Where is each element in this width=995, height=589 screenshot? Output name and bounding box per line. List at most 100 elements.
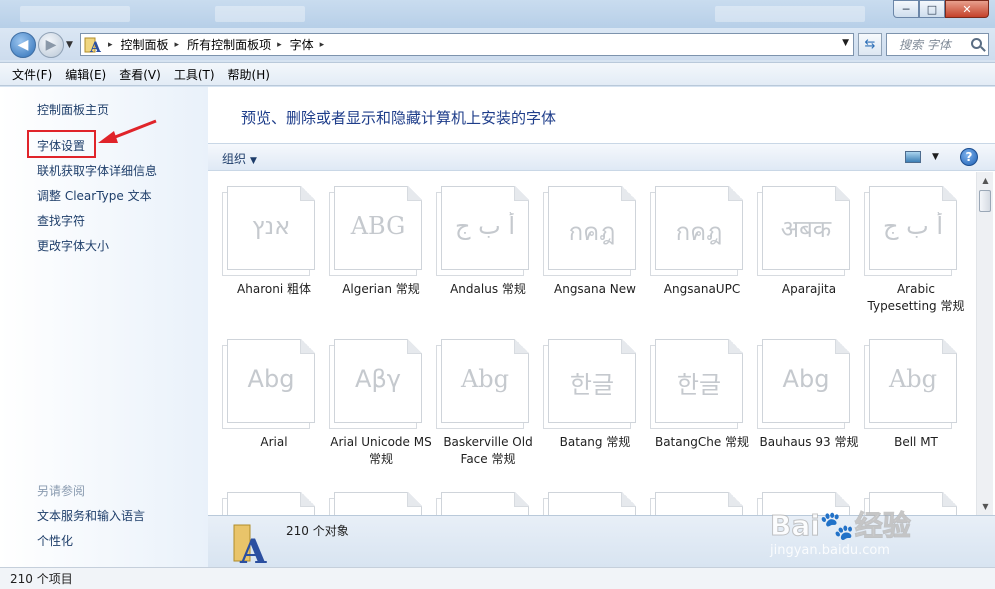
see-also-heading: 另请参阅 (37, 484, 86, 498)
refresh-icon: ⇆ (864, 37, 876, 52)
close-button[interactable]: ✕ (945, 0, 989, 18)
font-preview-icon: अबक (757, 186, 851, 276)
organize-button[interactable]: 组织 ▼ (222, 150, 257, 167)
link-adjust-cleartype[interactable]: 调整 ClearType 文本 (37, 187, 152, 204)
breadcrumb-separator[interactable]: ▸ (108, 40, 113, 50)
font-name: Arial (260, 435, 288, 449)
link-personalization[interactable]: 个性化 (37, 532, 73, 549)
scroll-thumb[interactable] (979, 190, 991, 212)
menu-tools[interactable]: 工具(T) (174, 66, 215, 83)
baidu-watermark: Bai🐾经验 jingyan.baidu.com (770, 505, 990, 565)
refresh-button[interactable]: ⇆ (858, 33, 882, 56)
help-button[interactable]: ? (960, 148, 978, 166)
search-placeholder: 搜索 字体 (899, 38, 951, 52)
menu-bar: 文件(F) 编辑(E) 查看(V) 工具(T) 帮助(H) (0, 62, 995, 86)
minimize-button[interactable]: ─ (893, 0, 919, 18)
font-grid: אנץ Aharoni 粗体 ABG Algerian 常规 أ ب ج Andalus … (208, 172, 976, 515)
font-name: Angsana New (554, 282, 636, 296)
arrow-left-icon: ◀ (17, 37, 29, 53)
recent-pages-dropdown[interactable]: ▼ (66, 40, 73, 50)
font-page (655, 492, 743, 515)
breadcrumb-separator[interactable]: ▸ (320, 40, 325, 50)
font-name: Andalus 常规 (450, 282, 526, 296)
menu-edit[interactable]: 编辑(E) (65, 66, 106, 83)
font-sample: 한글 (676, 371, 722, 399)
font-page (227, 492, 315, 515)
chevron-down-icon: ▼ (250, 156, 257, 166)
breadcrumb-control-panel[interactable]: 控制面板 (121, 36, 169, 53)
font-preview-icon (650, 492, 744, 515)
breadcrumb-separator[interactable]: ▸ (175, 40, 180, 50)
title-bar: ─ □ ✕ (0, 0, 995, 28)
font-sample: Abg (247, 365, 295, 393)
back-button[interactable]: ◀ (10, 32, 36, 58)
font-preview-icon (222, 492, 316, 515)
background-window-strip (215, 6, 305, 22)
annotation-highlight-box (27, 130, 96, 158)
change-view-icon[interactable] (905, 151, 921, 163)
menu-view[interactable]: 查看(V) (119, 66, 161, 83)
font-preview-icon: ABG (329, 186, 423, 276)
font-page (441, 492, 529, 515)
search-icon[interactable] (971, 38, 982, 49)
vertical-scrollbar[interactable]: ▲ ▼ (976, 172, 993, 515)
link-find-character[interactable]: 查找字符 (37, 212, 85, 229)
maximize-button[interactable]: □ (919, 0, 945, 18)
font-name: Algerian 常规 (342, 282, 420, 296)
address-bar[interactable]: A ▸ 控制面板 ▸ 所有控制面板项 ▸ 字体 ▸ ▼ (80, 33, 854, 56)
font-name: Aharoni 粗体 (237, 282, 311, 296)
watermark-url: jingyan.baidu.com (770, 543, 890, 558)
link-change-font-size[interactable]: 更改字体大小 (37, 237, 109, 254)
status-item-count: 210 个项目 (10, 572, 73, 586)
svg-text:Bai🐾经验: Bai🐾经验 (770, 509, 911, 542)
font-preview-icon: Abg (757, 339, 851, 429)
font-sample: अबक (780, 215, 832, 243)
font-preview-icon: Abg (436, 339, 530, 429)
background-window-strip (20, 6, 130, 22)
link-get-font-info-online[interactable]: 联机获取字体详细信息 (37, 162, 157, 179)
menu-file[interactable]: 文件(F) (12, 66, 52, 83)
address-history-dropdown[interactable]: ▼ (842, 38, 849, 48)
breadcrumb-separator[interactable]: ▸ (277, 40, 282, 50)
breadcrumb-fonts[interactable]: 字体 (290, 36, 314, 53)
font-name: AngsanaUPC (663, 282, 741, 296)
font-name: Baskerville Old Face 常规 (443, 435, 533, 466)
font-sample: أ ب ج (882, 212, 943, 240)
scroll-up-arrow-icon[interactable]: ▲ (977, 172, 994, 189)
menu-help[interactable]: 帮助(H) (228, 66, 270, 83)
font-sample: ABG (350, 212, 406, 240)
background-window-strip (715, 6, 865, 22)
fonts-folder-icon: A (84, 36, 102, 54)
font-preview-icon: אנץ (222, 186, 316, 276)
font-preview-icon: أ ب ج (436, 186, 530, 276)
annotation-arrow-icon (98, 119, 157, 143)
font-preview-icon: أ ب ج (864, 186, 958, 276)
status-bar: 210 个项目 (0, 567, 995, 589)
task-pane: 控制面板主页 字体设置 联机获取字体详细信息 调整 ClearType 文本 查… (0, 87, 208, 567)
font-preview-icon: 한글 (543, 339, 637, 429)
font-preview-icon (436, 492, 530, 515)
font-sample: Aβγ (355, 365, 401, 393)
font-sample: Abg (460, 365, 510, 393)
font-name: BatangChe 常规 (654, 435, 750, 449)
font-page (548, 492, 636, 515)
view-options-dropdown[interactable]: ▼ (932, 152, 939, 162)
font-preview-icon: Abg (864, 339, 958, 429)
font-name: Aparajita (781, 282, 837, 296)
link-text-services[interactable]: 文本服务和输入语言 (37, 507, 145, 524)
font-name: Arabic Typesetting 常规 (867, 282, 965, 313)
font-sample: Abg (782, 365, 830, 393)
svg-text:A: A (239, 532, 267, 565)
object-count: 210 个对象 (286, 524, 349, 538)
arrow-right-icon: ▶ (45, 37, 57, 53)
forward-button[interactable]: ▶ (38, 32, 64, 58)
organize-label: 组织 (222, 152, 247, 166)
font-sample: กคฎ (675, 218, 723, 246)
font-name: Bell MT (894, 435, 938, 449)
fonts-folder-large-icon: A (233, 524, 267, 565)
search-input[interactable]: 搜索 字体 (886, 33, 989, 56)
font-sample: กคฎ (568, 218, 616, 246)
breadcrumb-all-items[interactable]: 所有控制面板项 (187, 36, 271, 53)
font-sample: 한글 (569, 371, 615, 399)
link-control-panel-home[interactable]: 控制面板主页 (37, 101, 109, 118)
